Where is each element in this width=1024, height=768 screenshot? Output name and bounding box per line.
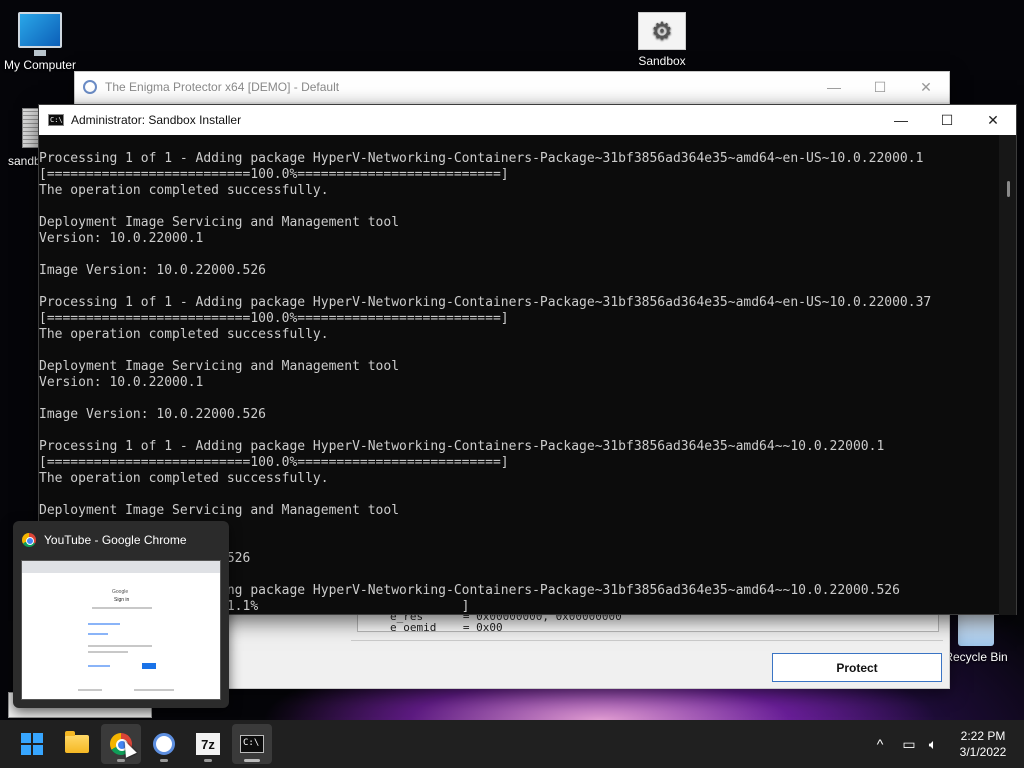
cmd-output-line — [39, 391, 1001, 407]
enigma-icon — [153, 733, 175, 755]
recycle-bin-image-icon — [958, 612, 994, 646]
cmd-output-line: [==========================100.0%=======… — [39, 167, 509, 182]
cmd-title-bar[interactable]: C:\ Administrator: Sandbox Installer — ☐… — [39, 105, 1016, 135]
cmd-output-line: Version: 10.0.22000.1 — [39, 231, 204, 246]
7zip-icon: 7z — [196, 733, 220, 755]
cmd-output-line — [39, 487, 1001, 503]
preview-line — [88, 651, 128, 653]
my-computer-label: My Computer — [3, 58, 77, 72]
log-line: e_oemid = 0x00 — [390, 621, 503, 632]
network-icon[interactable]: ▭ — [896, 736, 922, 753]
cmd-output-line: Image Version: 10.0.22000.526 — [39, 263, 266, 278]
cmd-output-line — [39, 423, 1001, 439]
cmd-output-line: Processing 1 of 1 - Adding package Hyper… — [39, 439, 885, 454]
sandbox-desktop-icon[interactable]: ⚙ Sandbox — [622, 12, 702, 68]
protect-button[interactable]: Protect — [772, 653, 942, 682]
sandbox-file-icon[interactable]: sandb — [0, 108, 44, 168]
maximize-button[interactable]: ☐ — [857, 72, 903, 102]
enigma-title-bar[interactable]: The Enigma Protector x64 [DEMO] - Defaul… — [75, 72, 949, 102]
cmd-output-line — [39, 199, 1001, 215]
cmd-output-line: [==========================100.0%=======… — [39, 455, 509, 470]
cmd-output-line: The operation completed successfully. — [39, 183, 329, 198]
preview-signin-text: Sign in — [114, 597, 130, 603]
maximize-button[interactable]: ☐ — [924, 105, 970, 135]
minimize-button[interactable]: — — [878, 105, 924, 135]
cmd-output-line: Image Version: 10.0.22000.526 — [39, 407, 266, 422]
windows-logo-icon — [21, 733, 43, 755]
close-button[interactable]: ✕ — [903, 72, 949, 102]
cmd-output-line: Processing 1 of 1 - Adding package Hyper… — [39, 151, 924, 166]
gear-icon: ⚙ — [638, 12, 686, 50]
preview-next-button — [142, 663, 156, 669]
terminal-icon: C:\ — [240, 735, 264, 753]
clock-time: 2:22 PM — [960, 729, 1006, 743]
cmd-output-line: The operation completed successfully. — [39, 471, 329, 486]
7zip-taskbar-button[interactable]: 7z — [188, 724, 228, 764]
chevron-up-icon[interactable]: ^ — [870, 736, 890, 752]
running-indicator — [204, 759, 212, 762]
cmd-output-line — [39, 343, 1001, 359]
preview-google-text: Google — [112, 589, 129, 595]
preview-line — [88, 665, 110, 667]
sandbox-label: Sandbox — [638, 54, 686, 68]
taskbar: 7z C:\ ^ ▭ 🔈︎ 2:22 PM 3/1/2022 — [0, 720, 1024, 768]
terminal-icon: C:\ — [48, 114, 64, 126]
volume-icon[interactable]: 🔈︎ — [922, 736, 944, 753]
cmd-scrollbar[interactable] — [999, 135, 1016, 615]
preview-line — [88, 645, 152, 647]
cmd-output-line: [==========================100.0%=======… — [39, 311, 509, 326]
enigma-app-icon — [83, 80, 97, 94]
minimize-button[interactable]: — — [811, 72, 857, 102]
cmd-output-line: Deployment Image Servicing and Managemen… — [39, 503, 400, 518]
running-indicator — [244, 759, 260, 762]
my-computer-icon[interactable]: My Computer — [0, 12, 80, 72]
folder-icon — [65, 731, 89, 753]
preview-line — [88, 623, 120, 625]
enigma-taskbar-button[interactable] — [144, 724, 184, 764]
cmd-output-line — [39, 279, 1001, 295]
preview-screenshot[interactable]: Google Sign in — [21, 560, 221, 700]
start-button[interactable] — [12, 724, 52, 764]
system-clock[interactable]: 2:22 PM 3/1/2022 — [948, 728, 1018, 760]
cmd-scrollbar-thumb[interactable] — [1007, 181, 1010, 197]
cmd-output-line: Deployment Image Servicing and Managemen… — [39, 215, 400, 230]
preview-line — [134, 689, 174, 691]
preview-line — [78, 689, 102, 691]
cmd-output-line: Version: 10.0.22000.1 — [39, 375, 204, 390]
sandbox-file-label: sandb — [8, 154, 41, 168]
terminal-taskbar-button[interactable]: C:\ — [232, 724, 272, 764]
cmd-output-line: Processing 1 of 1 - Adding package Hyper… — [39, 295, 932, 310]
enigma-divider — [351, 640, 943, 641]
file-explorer-button[interactable] — [57, 724, 97, 764]
close-button[interactable]: ✕ — [970, 105, 1016, 135]
cmd-window-title: Administrator: Sandbox Installer — [71, 113, 242, 127]
monitor-icon — [18, 12, 62, 56]
preview-line — [88, 633, 108, 635]
running-indicator — [117, 759, 125, 762]
preview-browser-bar — [22, 561, 220, 573]
enigma-window-title: The Enigma Protector x64 [DEMO] - Defaul… — [105, 80, 340, 94]
cmd-output-line — [39, 247, 1001, 263]
running-indicator — [160, 759, 168, 762]
preview-header: YouTube - Google Chrome — [13, 521, 229, 559]
chrome-icon — [22, 533, 36, 547]
cmd-output-line: The operation completed successfully. — [39, 327, 329, 342]
preview-line — [92, 607, 152, 609]
preview-title: YouTube - Google Chrome — [44, 533, 187, 547]
clock-date: 3/1/2022 — [959, 745, 1007, 759]
chrome-thumbnail-preview[interactable]: YouTube - Google Chrome Google Sign in — [13, 521, 229, 708]
cmd-output-line: Deployment Image Servicing and Managemen… — [39, 359, 400, 374]
